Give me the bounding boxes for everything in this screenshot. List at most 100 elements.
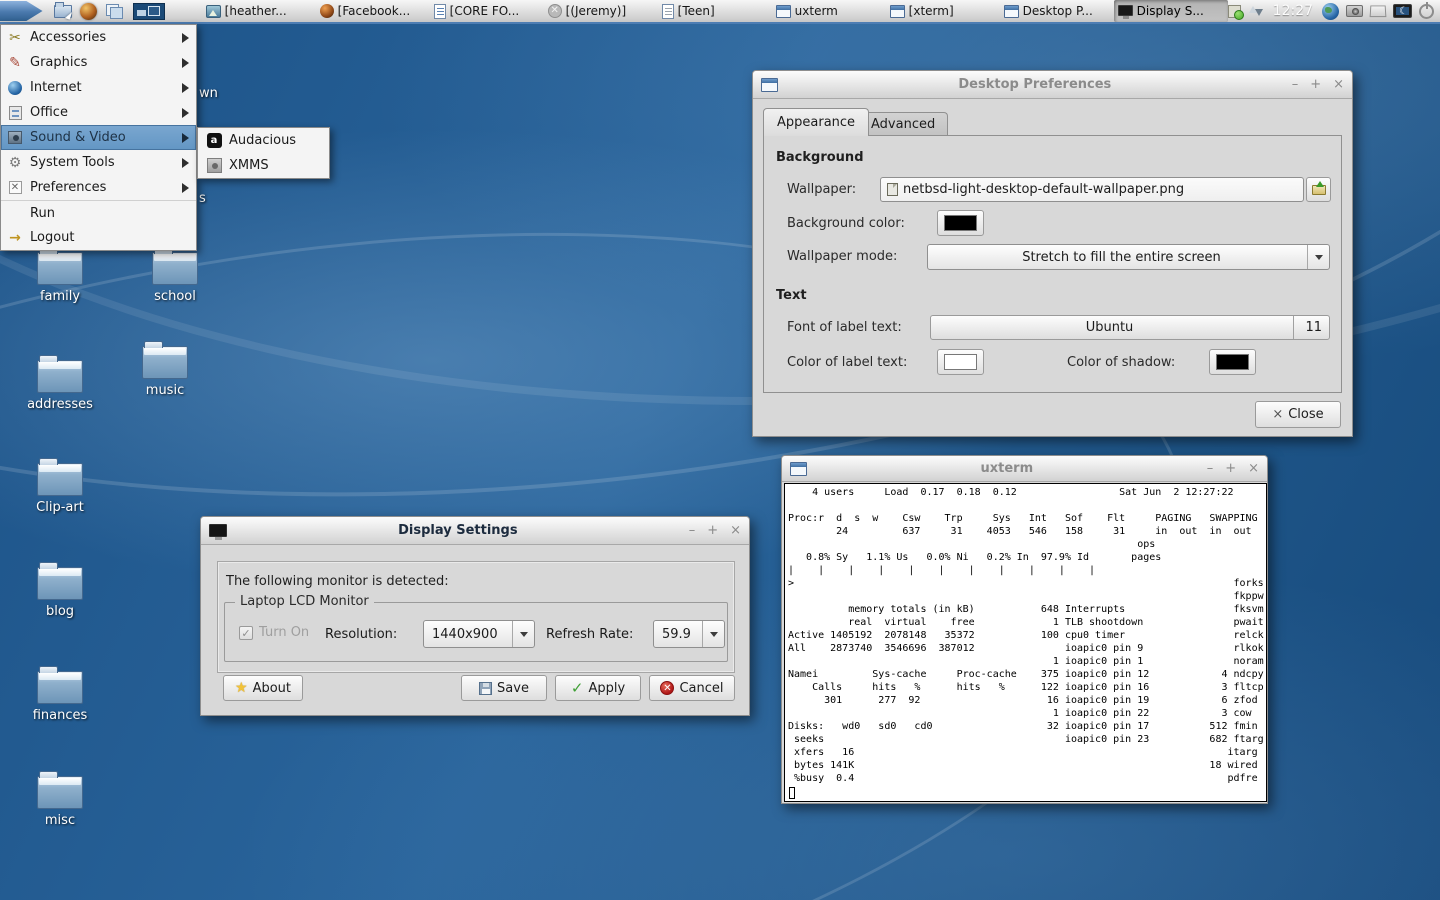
taskbar-window-desktop-preferences[interactable]: Desktop P...	[1000, 0, 1114, 22]
refresh-rate-value: 59.9	[654, 627, 702, 642]
font-label: Font of label text:	[787, 320, 902, 335]
maximize-icon[interactable]: +	[1310, 78, 1321, 92]
close-button[interactable]: × Close	[1255, 401, 1341, 428]
browser-window-icon	[320, 4, 334, 18]
desktop-icon-addresses[interactable]: addresses	[5, 360, 115, 412]
resolution-select[interactable]: 1440x900	[423, 620, 535, 648]
screensaver-icon[interactable]: ☾	[1393, 4, 1412, 18]
maximize-icon[interactable]: +	[707, 524, 718, 538]
moon-icon: ☾	[1399, 5, 1408, 18]
cancel-button[interactable]: ✕ Cancel	[649, 675, 735, 701]
font-value: Ubuntu	[931, 320, 1288, 335]
terminal-line: 1 ioapic0 pin 1 noram	[788, 655, 1266, 668]
terminal-line	[788, 785, 1266, 798]
resolution-value: 1440x900	[424, 627, 512, 642]
terminal-line: Calls hits % hits % 122 ioapic0 pin 16 3…	[788, 681, 1266, 694]
power-icon[interactable]	[1419, 4, 1434, 19]
desktop-icon-clip-art[interactable]: Clip-art	[5, 463, 115, 515]
close-icon[interactable]: ×	[1333, 78, 1344, 92]
taskbar-window-xterm[interactable]: [xterm]	[886, 0, 1000, 22]
xmms-icon	[206, 158, 222, 174]
taskbar-window-teen[interactable]: [Teen]	[658, 0, 772, 22]
background-section-heading: Background	[776, 150, 864, 165]
tab-advanced[interactable]: Advanced	[858, 112, 948, 136]
taskbar-window-uxterm[interactable]: uxterm	[772, 0, 886, 22]
taskbar-window-heather[interactable]: [heather...	[202, 0, 316, 22]
terminal-line	[788, 499, 1266, 512]
audacious-icon: a	[206, 133, 222, 149]
close-icon[interactable]: ×	[1248, 462, 1259, 476]
start-arrow-icon[interactable]	[0, 1, 43, 21]
menu-item-office[interactable]: Office	[1, 100, 196, 125]
wallpaper-browse-button[interactable]	[1306, 177, 1331, 202]
taskbar-window-facebook[interactable]: [Facebook...	[316, 0, 430, 22]
menu-item-internet[interactable]: Internet	[1, 75, 196, 100]
workspace-pager[interactable]	[129, 0, 166, 22]
updown-arrows-icon[interactable]	[1248, 4, 1264, 18]
background-color-button[interactable]	[937, 210, 984, 236]
camera-icon[interactable]	[1346, 5, 1363, 17]
apply-button[interactable]: ✓ Apply	[555, 675, 641, 701]
menu-item-accessories[interactable]: ✂ Accessories	[1, 25, 196, 50]
save-disk-icon	[479, 682, 492, 695]
terminal-line: 24 637 31 4053 546 158 31 in out in out	[788, 525, 1266, 538]
task-button-label: [Facebook...	[338, 4, 411, 18]
tab-appearance[interactable]: Appearance	[763, 108, 869, 136]
minimize-icon[interactable]: –	[689, 524, 696, 538]
desktop-icon-label: blog	[5, 604, 115, 619]
taskbar-window-core[interactable]: [CORE FO...	[430, 0, 544, 22]
maximize-icon[interactable]: +	[1225, 462, 1236, 476]
terminal-line: 1 ioapic0 pin 22 3 cow	[788, 707, 1266, 720]
terminal-line: All 2873740 3546696 387012 ioapic0 pin 9…	[788, 642, 1266, 655]
taskbar-window-jeremy[interactable]: ✕ [(Jeremy)]	[544, 0, 658, 22]
menu-item-system-tools[interactable]: ⚙ System Tools	[1, 150, 196, 175]
submenu-arrow-icon	[182, 158, 189, 168]
desktop-icon-family[interactable]: family	[5, 252, 115, 304]
terminal-output[interactable]: 4 users Load 0.17 0.18 0.12 Sat Jun 2 12…	[784, 483, 1267, 802]
submenu-item-xmms[interactable]: XMMS	[198, 153, 329, 178]
accessories-icon: ✂	[7, 30, 23, 46]
close-icon[interactable]: ×	[730, 524, 741, 538]
minimize-icon[interactable]: –	[1292, 78, 1299, 92]
wallpaper-input[interactable]: netbsd-light-desktop-default-wallpaper.p…	[880, 177, 1304, 202]
minimize-icon[interactable]: –	[1207, 462, 1214, 476]
taskbar-window-display-settings[interactable]: Display S...	[1114, 0, 1228, 22]
save-button[interactable]: Save	[461, 675, 547, 701]
wallpaper-mode-select[interactable]: Stretch to fill the entire screen	[927, 244, 1330, 270]
desktop-icon-finances[interactable]: finances	[5, 671, 115, 723]
shadow-color-button[interactable]	[1209, 349, 1256, 375]
terminal-line: | | | | | | | | | | |	[788, 564, 1266, 577]
save-button-label: Save	[497, 681, 529, 696]
label-color-button[interactable]	[937, 349, 984, 375]
refresh-rate-select[interactable]: 59.9	[653, 620, 725, 648]
menu-item-graphics[interactable]: ✎ Graphics	[1, 50, 196, 75]
window-display-settings: Display Settings – + × The following mon…	[200, 516, 750, 716]
desktop-icon-blog[interactable]: blog	[5, 567, 115, 619]
monitor-icon	[209, 524, 227, 537]
windows-launcher[interactable]	[103, 0, 127, 22]
terminal-line: Proc:r d s w Csw Trp Sys Int Sof Flt PAG…	[788, 512, 1266, 525]
desktop-icon-school[interactable]: school	[120, 252, 230, 304]
file-manager-launcher[interactable]	[51, 0, 75, 22]
turn-on-checkbox[interactable]: ✓	[239, 626, 253, 640]
menu-item-run[interactable]: Run	[1, 200, 196, 225]
about-button[interactable]: ★ About	[223, 675, 303, 701]
uxterm-titlebar[interactable]: uxterm – + ×	[782, 456, 1267, 482]
menu-item-logout[interactable]: → Logout	[1, 225, 196, 250]
menu-item-sound-video[interactable]: Sound & Video	[1, 125, 196, 150]
globe-icon[interactable]	[1322, 3, 1339, 20]
web-browser-launcher[interactable]	[77, 0, 101, 22]
display-settings-titlebar[interactable]: Display Settings – + ×	[201, 517, 749, 545]
menu-item-preferences[interactable]: ✕ Preferences	[1, 175, 196, 200]
background-color-label: Background color:	[787, 216, 905, 231]
desktop-icon-misc[interactable]: misc	[5, 776, 115, 828]
wallpaper-mode-label: Wallpaper mode:	[787, 249, 897, 264]
display-icon[interactable]	[1370, 5, 1387, 17]
desktop-preferences-titlebar[interactable]: Desktop Preferences – + ×	[753, 71, 1352, 99]
submenu-arrow-icon	[182, 58, 189, 68]
font-button[interactable]: Ubuntu 11	[930, 315, 1330, 340]
clipboard-icon[interactable]	[1228, 5, 1241, 18]
submenu-item-audacious[interactable]: a Audacious	[198, 128, 329, 153]
monitor-detected-text: The following monitor is detected:	[226, 574, 449, 589]
desktop-icon-music[interactable]: music	[110, 346, 220, 398]
